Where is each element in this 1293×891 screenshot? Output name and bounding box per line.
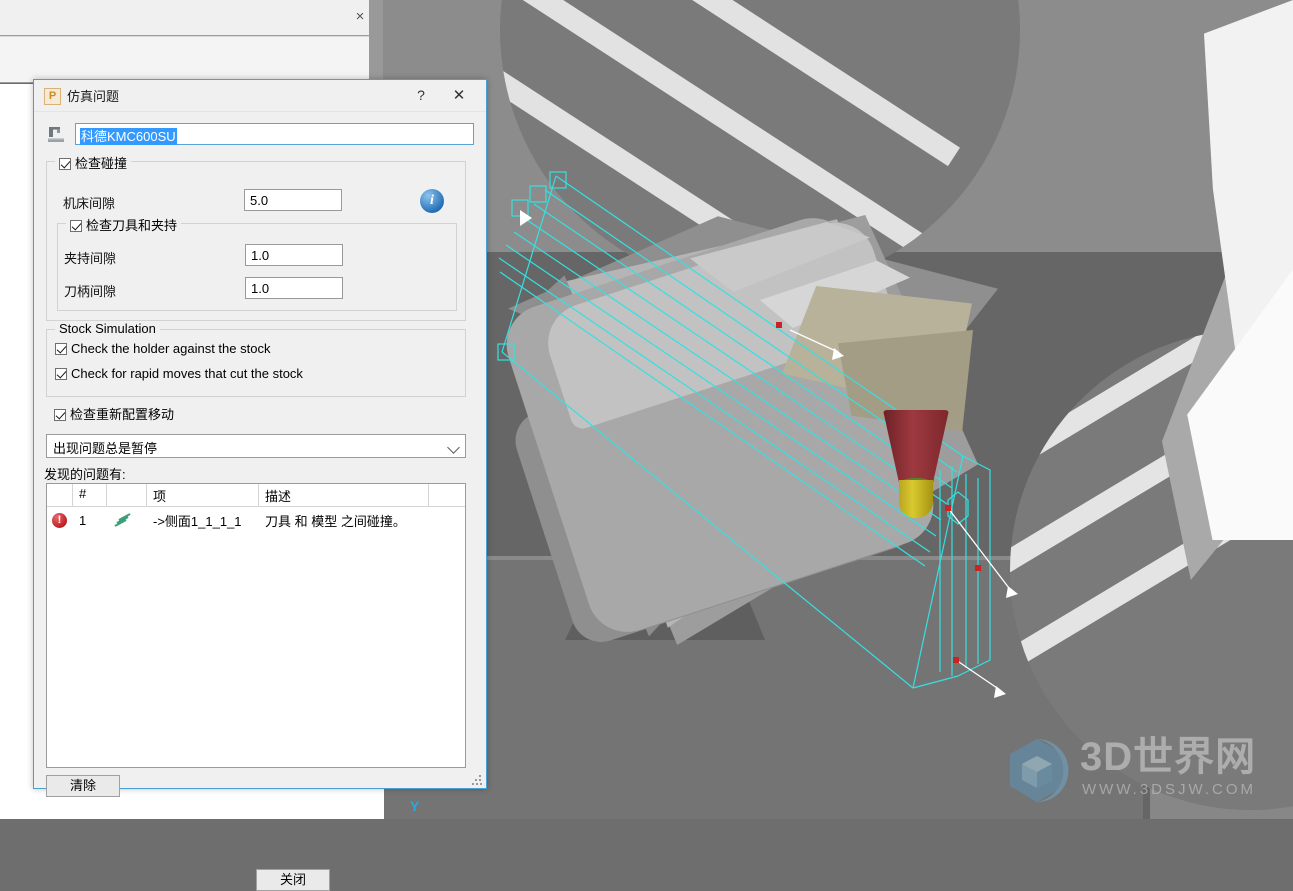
stock-option-holder[interactable]: Check the holder against the stock <box>55 341 270 356</box>
machine-row: 科德KMC600SU <box>46 123 474 147</box>
info-icon[interactable]: i <box>420 189 444 213</box>
column-status <box>47 484 73 506</box>
collision-check-group: 检查碰撞 机床间隙 i 检查刀具和夹持 夹持间隙 刀柄间隙 <box>46 153 466 321</box>
toolpath-icon <box>113 512 131 527</box>
problems-found-label: 发现的问题有: <box>44 467 126 482</box>
help-icon[interactable]: ? <box>410 85 432 106</box>
problems-table[interactable]: # 项 描述 ! 1 ->侧面1_1_1_1 刀具 和 模型 之间碰撞。 <box>46 483 466 768</box>
action-dropdown[interactable]: 出现问题总是暂停 <box>46 434 466 458</box>
machine-tool-icon <box>48 127 64 142</box>
column-mark <box>107 484 147 506</box>
axis-label-y: Y <box>410 798 420 814</box>
table-row[interactable]: ! 1 ->侧面1_1_1_1 刀具 和 模型 之间碰撞。 <box>47 507 465 533</box>
dialog-titlebar: P 仿真问题 ? ✕ <box>34 80 486 112</box>
tool-holder-check-legend[interactable]: 检查刀具和夹持 <box>66 215 182 234</box>
tool-holder-check-group: 检查刀具和夹持 夹持间隙 刀柄间隙 <box>57 215 457 311</box>
close-button[interactable]: 关闭 <box>256 869 330 891</box>
machine-name-value: 科德KMC600SU <box>80 128 177 145</box>
row-item-cell: ->侧面1_1_1_1 <box>153 513 242 529</box>
close-icon[interactable]: × <box>349 7 371 27</box>
resize-grip[interactable] <box>472 775 482 785</box>
recheck-reconfigure-label: 检查重新配置移动 <box>70 407 175 422</box>
tool-holder-check-checkbox[interactable] <box>70 220 82 232</box>
row-number-cell: 1 <box>79 512 87 528</box>
close-icon[interactable]: ✕ <box>448 85 470 106</box>
recheck-reconfigure-checkbox[interactable] <box>54 409 66 421</box>
column-description: 描述 <box>259 484 429 506</box>
row-mark-cell <box>107 512 147 528</box>
machine-clearance-label: 机床间隙 <box>63 196 116 211</box>
background-window-titlebar: × <box>0 0 379 36</box>
background-window[interactable]: × <box>0 0 380 83</box>
column-number: # <box>73 484 107 506</box>
stock-simulation-group: Stock Simulation Check the holder agains… <box>46 321 466 397</box>
error-icon: ! <box>52 512 67 528</box>
stock-option-rapid[interactable]: Check for rapid moves that cut the stock <box>55 366 303 381</box>
stock-simulation-legend: Stock Simulation <box>55 321 160 336</box>
watermark: 3D世界网 WWW.3DSJW.COM <box>1002 736 1282 806</box>
app-icon: P <box>44 88 61 105</box>
holder-clearance-label: 夹持间隙 <box>64 251 117 266</box>
watermark-logo-icon <box>1010 739 1069 802</box>
tool-holder-check-label: 检查刀具和夹持 <box>86 218 178 233</box>
holder-clearance-input[interactable] <box>245 244 343 266</box>
clear-button[interactable]: 清除 <box>46 775 120 797</box>
collision-check-label: 检查碰撞 <box>75 156 128 171</box>
machine-name-input[interactable]: 科德KMC600SU <box>75 123 474 145</box>
row-description-cell: 刀具 和 模型 之间碰撞。 <box>265 513 406 529</box>
stock-option-rapid-checkbox[interactable] <box>55 368 67 380</box>
row-status-cell: ! <box>47 512 73 528</box>
tool-shank <box>899 480 933 518</box>
watermark-text: 3D世界网 <box>1080 735 1257 779</box>
machine-clearance-input[interactable] <box>244 189 342 211</box>
dialog-body: 科德KMC600SU 检查碰撞 机床间隙 i 检查刀具和夹持 夹持间隙 刀柄间隙 <box>34 111 486 891</box>
chevron-down-icon <box>447 441 460 454</box>
watermark-url: WWW.3DSJW.COM <box>1082 781 1256 798</box>
stock-option-holder-label: Check the holder against the stock <box>71 341 271 356</box>
stock-option-rapid-label: Check for rapid moves that cut the stock <box>71 366 303 381</box>
simulation-problems-dialog[interactable]: P 仿真问题 ? ✕ 科德KMC600SU 检查碰撞 机床间隙 i <box>33 79 487 891</box>
collision-check-legend[interactable]: 检查碰撞 <box>55 153 132 172</box>
background-window-body <box>0 36 379 83</box>
background-window-right-edge <box>369 0 383 82</box>
problems-table-header: # 项 描述 <box>47 484 465 507</box>
collision-check-checkbox[interactable] <box>59 158 71 170</box>
recheck-reconfigure-option[interactable]: 检查重新配置移动 <box>54 404 174 423</box>
action-dropdown-value: 出现问题总是暂停 <box>53 441 158 456</box>
column-item: 项 <box>147 484 259 506</box>
stock-option-holder-checkbox[interactable] <box>55 343 67 355</box>
dialog-title: 仿真问题 <box>67 89 120 104</box>
shank-clearance-label: 刀柄间隙 <box>64 284 117 299</box>
shank-clearance-input[interactable] <box>245 277 343 299</box>
